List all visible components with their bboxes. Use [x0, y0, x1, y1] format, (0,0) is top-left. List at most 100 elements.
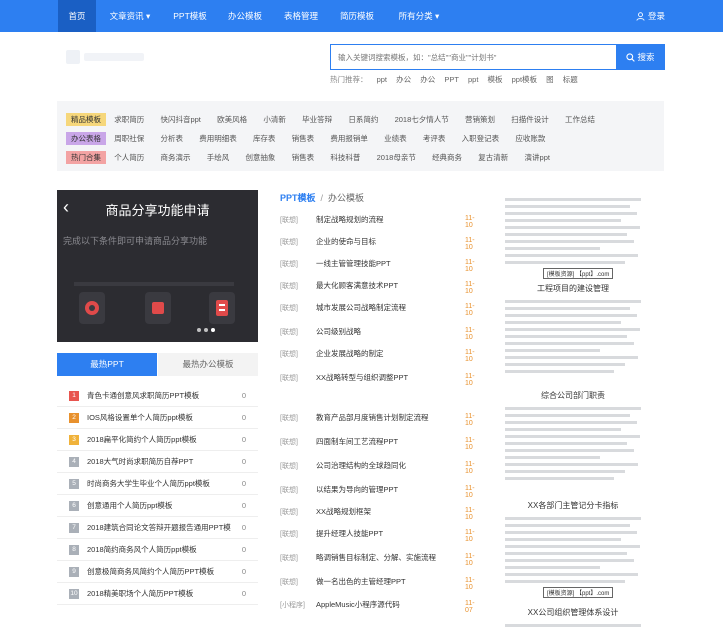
article-item[interactable]: [联想] 提升经理人技能PPT 11-10: [280, 526, 480, 543]
article-title[interactable]: XX战略规划框架: [316, 506, 371, 517]
hot-list-item[interactable]: 10 2018精美职场个人简历PPT模板 0: [57, 583, 258, 605]
hot-list-item[interactable]: 1 青色卡通创意风求职简历PPT模板 0: [57, 385, 258, 407]
category-link[interactable]: 2018七夕情人节: [395, 113, 449, 126]
article-item[interactable]: [联想] 四面制车间工艺流程PPT 11-10: [280, 434, 480, 451]
category-link[interactable]: 经典商务: [432, 151, 462, 164]
site-logo[interactable]: [66, 46, 156, 68]
article-item[interactable]: [联想] 城市发展公司战略制定流程 11-10: [280, 300, 480, 317]
hot-keyword[interactable]: 办公: [396, 75, 411, 84]
promo-banner[interactable]: ‹ 商品分享功能申请 完成以下条件即可申请商品分享功能: [57, 190, 258, 342]
article-item[interactable]: [联想] 公司级别战略 11-10: [280, 324, 480, 341]
hot-list-item[interactable]: 3 2018扁平化简约个人简历ppt模板 0: [57, 429, 258, 451]
hot-list-item[interactable]: 6 创意通用个人简历ppt模板 0: [57, 495, 258, 517]
nav-ppt[interactable]: PPT模板: [168, 0, 212, 32]
hot-keyword[interactable]: ppt: [377, 75, 387, 84]
category-link[interactable]: 营销策划: [465, 113, 495, 126]
nav-home[interactable]: 首页: [58, 0, 96, 32]
article-title[interactable]: XX战略转型与组织调整PPT: [316, 372, 408, 383]
article-item[interactable]: [联想] 公司治理结构的全球趋同化 11-10: [280, 458, 480, 475]
doc-preview[interactable]: XX公司组织管理体系设计: [505, 607, 641, 629]
hot-keyword[interactable]: 图: [546, 75, 554, 84]
hot-list-item[interactable]: 4 2018大气时尚求职简历自荐PPT 0: [57, 451, 258, 473]
login-link[interactable]: 登录: [636, 0, 665, 32]
article-item[interactable]: [联想] XX战略规划框架 11-10: [280, 504, 480, 521]
tab-hot-ppt[interactable]: 最热PPT: [57, 353, 157, 376]
category-link[interactable]: 入职登记表: [462, 132, 500, 145]
article-item[interactable]: [联想] 制定战略规划的流程 11-10: [280, 212, 480, 229]
category-link[interactable]: 商务演示: [160, 151, 190, 164]
hot-list-item[interactable]: 9 创意极简商务风简约个人简历PPT模板 0: [57, 561, 258, 583]
nav-resume[interactable]: 简历模板: [334, 0, 380, 32]
hot-list-title[interactable]: 青色卡通创意风求职简历PPT模板: [87, 385, 237, 407]
category-link[interactable]: 销售表: [292, 132, 315, 145]
category-link[interactable]: 手绘风: [207, 151, 230, 164]
article-title[interactable]: 提升经理人技能PPT: [316, 528, 383, 539]
hot-list-item[interactable]: 2 IOS风格设置单个人简历ppt模板 0: [57, 407, 258, 429]
hot-keyword[interactable]: ppt: [468, 75, 478, 84]
category-link[interactable]: 小清新: [263, 113, 286, 126]
hot-list-title[interactable]: 2018简约商务风个人简历ppt模板: [87, 539, 237, 561]
category-link[interactable]: 周职社保: [114, 132, 144, 145]
hot-keyword[interactable]: 模板: [488, 75, 503, 84]
hot-list-title[interactable]: 创意极简商务风简约个人简历PPT模板: [87, 561, 237, 583]
article-title[interactable]: 略调销售目标制定、分解、实施流程: [316, 552, 436, 563]
category-link[interactable]: 费用明细表: [199, 132, 237, 145]
banner-dot[interactable]: [204, 328, 208, 332]
breadcrumb-root[interactable]: PPT模板: [280, 193, 316, 203]
article-item[interactable]: [联想] 企业发展战略的制定 11-10: [280, 346, 480, 363]
category-link[interactable]: 日系简约: [348, 113, 378, 126]
hot-list-title[interactable]: 创意通用个人简历ppt模板: [87, 495, 237, 517]
category-tag-office[interactable]: 办公表格: [66, 132, 106, 145]
nav-all-categories[interactable]: 所有分类 ▾: [390, 0, 448, 32]
article-item[interactable]: [小程序] AppleMusic小程序源代码 11-07: [280, 597, 480, 614]
article-item[interactable]: [联想] 企业的使命与目标 11-10: [280, 234, 480, 251]
article-title[interactable]: 以结果为导向的管理PPT: [316, 484, 398, 495]
doc-preview[interactable]: 综合公司部门职责: [505, 390, 641, 484]
hot-list-item[interactable]: 8 2018简约商务风个人简历ppt模板 0: [57, 539, 258, 561]
category-link[interactable]: 求职简历: [114, 113, 144, 126]
article-item[interactable]: [联想] 一线主管管理技能PPT 11-10: [280, 256, 480, 273]
doc-preview[interactable]: XX各部门主管记分卡指标 [模板资源] 【ppt】.com: [505, 500, 641, 598]
article-title[interactable]: 公司级别战略: [316, 326, 361, 337]
category-link[interactable]: 考评表: [423, 132, 446, 145]
category-link[interactable]: 库存表: [253, 132, 276, 145]
hot-list-item[interactable]: 7 2018建筑合同论文答辩开题报告通用PPT模 0: [57, 517, 258, 539]
category-link[interactable]: 分析表: [160, 132, 183, 145]
breadcrumb-current[interactable]: 办公模板: [328, 193, 364, 203]
hot-list-title[interactable]: 2018建筑合同论文答辩开题报告通用PPT模: [87, 517, 237, 539]
hot-list-title[interactable]: 2018大气时尚求职简历自荐PPT: [87, 451, 237, 473]
category-link[interactable]: 销售表: [292, 151, 315, 164]
article-item[interactable]: [联想] 最大化顾客满意技术PPT 11-10: [280, 278, 480, 295]
article-title[interactable]: 企业的使命与目标: [316, 236, 376, 247]
doc-preview[interactable]: [模板资源] 【ppt】.com: [505, 192, 641, 279]
banner-dot-active[interactable]: [211, 328, 215, 332]
article-title[interactable]: AppleMusic小程序源代码: [316, 599, 400, 610]
hot-list-title[interactable]: 2018扁平化简约个人简历ppt模板: [87, 429, 237, 451]
category-link[interactable]: 2018母亲节: [377, 151, 416, 164]
hot-keyword[interactable]: 办公: [420, 75, 435, 84]
nav-table[interactable]: 表格管理: [278, 0, 324, 32]
category-link[interactable]: 扫描件设计: [511, 113, 549, 126]
category-link[interactable]: 创意抽象: [245, 151, 275, 164]
search-button[interactable]: 搜索: [616, 44, 665, 70]
category-link[interactable]: 个人简历: [114, 151, 144, 164]
category-link[interactable]: 欧美风格: [217, 113, 247, 126]
article-item[interactable]: [联想] XX战略转型与组织调整PPT 11-10: [280, 370, 480, 387]
hot-list-title[interactable]: 2018精美职场个人简历PPT模板: [87, 583, 237, 605]
article-item[interactable]: [联想] 做一名出色的主管经理PPT 11-10: [280, 574, 480, 591]
article-title[interactable]: 城市发展公司战略制定流程: [316, 302, 406, 313]
article-item[interactable]: [联想] 教育产品部月度销售计划制定流程 11-10: [280, 410, 480, 427]
hot-list-title[interactable]: IOS风格设置单个人简历ppt模板: [87, 407, 237, 429]
hot-list-item[interactable]: 5 时尚商务大学生毕业个人简历ppt模板 0: [57, 473, 258, 495]
hot-keyword[interactable]: PPT: [444, 75, 459, 84]
category-link[interactable]: 演讲ppt: [525, 151, 550, 164]
category-link[interactable]: 工作总结: [565, 113, 595, 126]
article-item[interactable]: [联想] 略调销售目标制定、分解、实施流程 11-10: [280, 550, 480, 567]
hot-keyword[interactable]: ppt模板: [512, 75, 537, 84]
article-title[interactable]: 四面制车间工艺流程PPT: [316, 436, 398, 447]
hot-keyword[interactable]: 标题: [563, 75, 578, 84]
article-title[interactable]: 做一名出色的主管经理PPT: [316, 576, 406, 587]
tab-hot-office[interactable]: 最热办公模板: [158, 353, 258, 376]
category-tag-hot[interactable]: 热门合集: [66, 151, 106, 164]
category-tag-premium[interactable]: 精品模板: [66, 113, 106, 126]
